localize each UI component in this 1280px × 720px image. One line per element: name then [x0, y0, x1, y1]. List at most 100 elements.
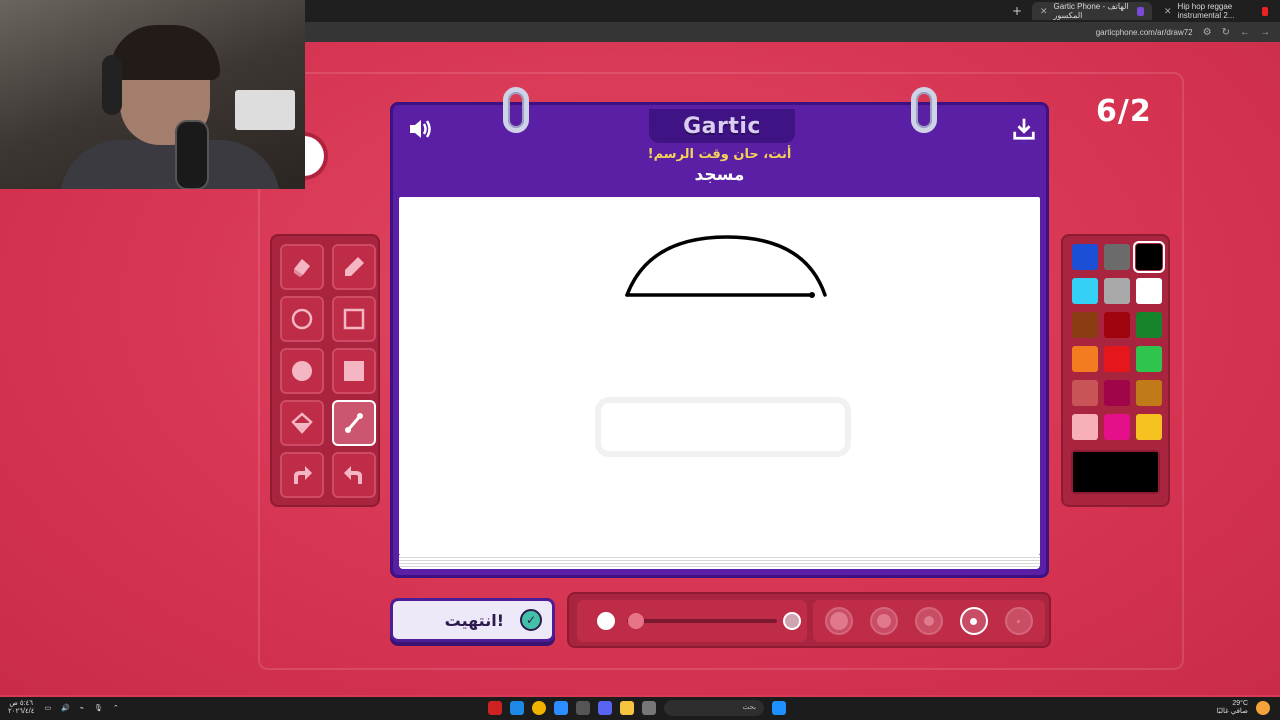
volume-icon[interactable]: 🔊 — [61, 704, 70, 712]
drawing-notebook: Gartic أنت، حان وقت الرسم! مسجد — [390, 87, 1049, 578]
folder-icon[interactable] — [620, 701, 634, 715]
swatch-grid — [1072, 241, 1165, 440]
pencil-tool[interactable] — [332, 244, 376, 290]
back-icon[interactable]: → — [1260, 27, 1270, 38]
system-tray: ٥:٤٦ ص ٢٠٢٦/٤/٤ ▭ 🔊 ⌁ 🎙 ⌃ — [8, 700, 119, 716]
clock-text: ٥:٤٦ ص ٢٠٢٦/٤/٤ — [8, 700, 34, 716]
color-swatch[interactable] — [1104, 244, 1130, 270]
new-tab-icon[interactable]: + — [1012, 4, 1022, 18]
weather-widget[interactable]: 29°C صافي غالبًا — [1217, 700, 1270, 716]
reload-icon[interactable]: ↻ — [1222, 27, 1230, 38]
line-tool[interactable] — [332, 400, 376, 446]
discord-icon[interactable] — [598, 701, 612, 715]
color-swatch[interactable] — [1104, 380, 1130, 406]
tool-panel — [270, 234, 380, 507]
square-fill-tool-icon — [344, 361, 364, 381]
app-icon[interactable] — [488, 701, 502, 715]
streamer-body — [60, 140, 280, 189]
tab-gartic[interactable]: ✕ Gartic Phone - الهاتف المكسور — [1032, 2, 1152, 20]
brush-size-md[interactable] — [914, 607, 943, 635]
bucket-fill-tool[interactable] — [280, 400, 324, 446]
os-taskbar: ٥:٤٦ ص ٢٠٢٦/٤/٤ ▭ 🔊 ⌁ 🎙 ⌃ بحث 29°C صافي … — [0, 697, 1280, 720]
color-swatch[interactable] — [1072, 278, 1098, 304]
check-icon: ✓ — [520, 609, 542, 631]
sound-button[interactable] — [405, 113, 437, 145]
download-icon — [1013, 118, 1035, 140]
windows-start-icon[interactable] — [772, 701, 786, 715]
tab-music[interactable]: ✕ Hip hop reggae instrumental 2... — [1156, 2, 1276, 20]
weather-text: 29°C صافي غالبًا — [1217, 700, 1248, 716]
sun-icon — [1256, 701, 1270, 715]
brush-size-options — [813, 600, 1045, 642]
download-button[interactable] — [1008, 113, 1040, 145]
close-tab-icon[interactable]: ✕ — [1164, 6, 1172, 17]
color-swatch[interactable] — [1072, 414, 1098, 440]
opacity-slider[interactable] — [577, 600, 807, 642]
square-outline-tool[interactable] — [332, 296, 376, 342]
tray-expand-icon[interactable]: ⌃ — [113, 704, 119, 712]
headset — [102, 55, 122, 115]
notebook-header: Gartic أنت، حان وقت الرسم! مسجد — [393, 87, 1046, 193]
color-swatch[interactable] — [1072, 312, 1098, 338]
time: ٥:٤٦ ص — [9, 700, 34, 707]
app-icon[interactable] — [642, 701, 656, 715]
taskbar-search[interactable]: بحث — [664, 700, 764, 716]
eraser-tool-icon — [294, 259, 310, 277]
circle-outline-tool[interactable] — [280, 296, 324, 342]
steam-icon[interactable] — [510, 701, 524, 715]
color-swatch[interactable] — [1104, 414, 1130, 440]
binder-ring — [911, 87, 937, 133]
slider-max-icon — [783, 612, 801, 630]
color-swatch[interactable] — [1104, 312, 1130, 338]
app-icon[interactable] — [576, 701, 590, 715]
color-palette — [1061, 234, 1170, 507]
brush-size-xs[interactable] — [1004, 607, 1033, 635]
color-swatch[interactable] — [1072, 244, 1098, 270]
color-swatch[interactable] — [1072, 346, 1098, 372]
slider-handle[interactable] — [628, 613, 644, 629]
brush-size-xl[interactable] — [825, 607, 854, 635]
mic-icon: 🎙 — [94, 705, 103, 712]
chrome-icon[interactable] — [532, 701, 546, 715]
network-icon[interactable]: ⌁ — [80, 704, 84, 712]
drawing-canvas[interactable] — [399, 197, 1040, 555]
url-text[interactable]: garticphone.com/ar/draw72 — [1096, 28, 1193, 37]
color-swatch[interactable] — [1104, 278, 1130, 304]
bucket-fill-tool-icon — [291, 412, 313, 434]
color-swatch[interactable] — [1133, 241, 1165, 273]
eraser-tool[interactable] — [280, 244, 324, 290]
taskbar-apps: بحث — [488, 700, 786, 716]
circle-outline-tool-icon — [291, 308, 313, 330]
square-fill-tool[interactable] — [332, 348, 376, 394]
redo-icon — [294, 466, 312, 484]
brush-size-lg[interactable] — [870, 607, 899, 635]
close-tab-icon[interactable]: ✕ — [1040, 6, 1048, 17]
slider-track[interactable] — [627, 619, 777, 623]
line-tool-icon — [345, 413, 363, 433]
binder-ring — [503, 87, 529, 133]
done-button[interactable]: انتهيت! ✓ — [390, 598, 555, 642]
prompt-word: مسجد — [694, 165, 745, 185]
color-swatch[interactable] — [1136, 346, 1162, 372]
webcam-background — [235, 90, 295, 130]
color-swatch[interactable] — [1072, 380, 1098, 406]
color-swatch[interactable] — [1104, 346, 1130, 372]
slider-min-icon — [597, 612, 615, 630]
youtube-favicon-icon — [1261, 6, 1268, 16]
site-settings-icon[interactable]: ⚙ — [1203, 27, 1212, 38]
logo-text: Gartic — [683, 113, 761, 139]
circle-fill-tool[interactable] — [280, 348, 324, 394]
battery-icon: ▭ — [44, 705, 52, 712]
color-swatch[interactable] — [1136, 380, 1162, 406]
brush-size-sm[interactable] — [959, 607, 988, 635]
color-swatch[interactable] — [1136, 312, 1162, 338]
square-outline-tool-icon — [343, 308, 365, 330]
undo-button[interactable] — [332, 452, 376, 498]
app-icon[interactable] — [554, 701, 568, 715]
brush-size-panel — [567, 592, 1051, 648]
webcam-overlay — [0, 0, 305, 189]
color-swatch[interactable] — [1136, 414, 1162, 440]
forward-icon[interactable]: ← — [1240, 27, 1250, 38]
color-swatch[interactable] — [1136, 278, 1162, 304]
redo-button[interactable] — [280, 452, 324, 498]
